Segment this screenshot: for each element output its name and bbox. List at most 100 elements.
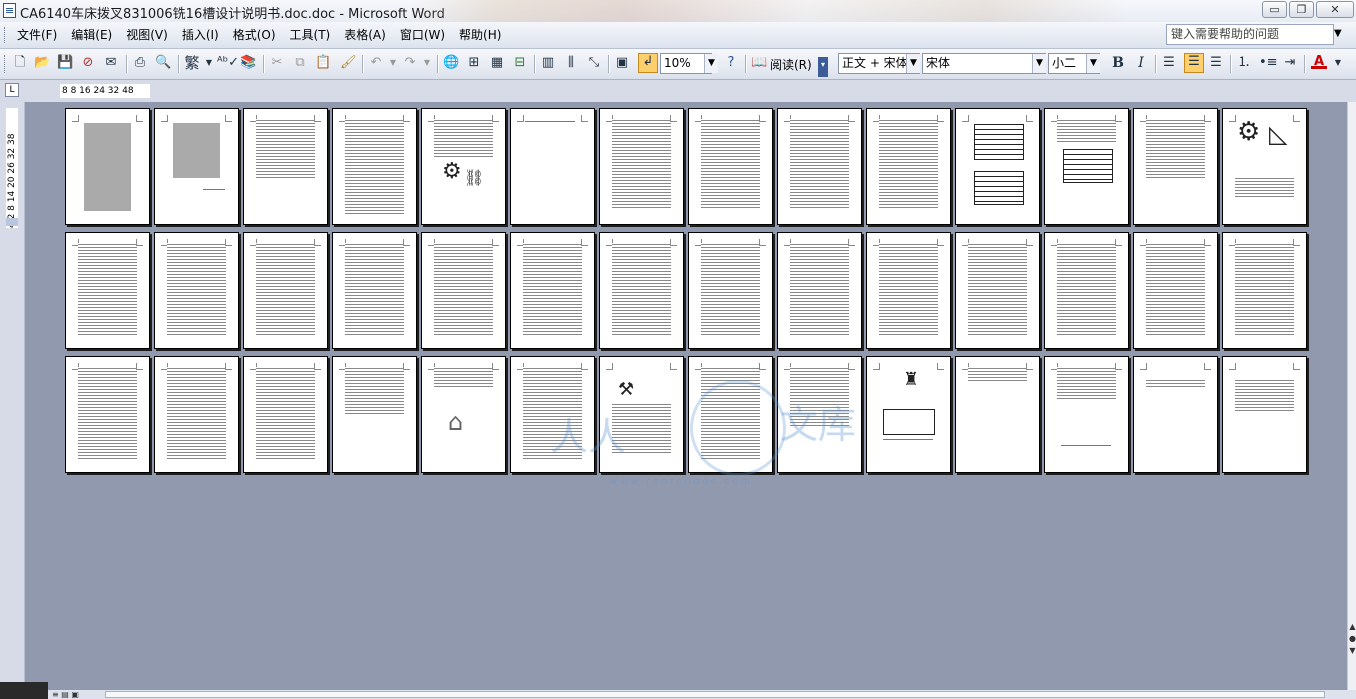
document-page[interactable]: ⚒ [599, 356, 684, 473]
menu-format[interactable]: 格式(O) [226, 27, 283, 43]
paste-icon[interactable]: 📋 [315, 55, 331, 71]
indent-icon[interactable]: ⇥ [1282, 55, 1298, 71]
document-page[interactable] [1222, 232, 1307, 349]
document-page[interactable] [1044, 108, 1129, 225]
align-left-icon[interactable]: ☰ [1161, 55, 1177, 71]
menu-help[interactable]: 帮助(H) [452, 27, 508, 43]
document-page[interactable] [777, 356, 862, 473]
document-page[interactable] [1044, 356, 1129, 473]
document-page[interactable] [332, 232, 417, 349]
traditional-chinese-button[interactable]: 繁 [184, 55, 200, 71]
document-page[interactable] [599, 232, 684, 349]
font-color-dropdown-icon[interactable]: ▼ [1330, 55, 1346, 71]
show-hide-icon[interactable]: ▣ [614, 55, 630, 71]
open-folder-icon[interactable]: 📂 [34, 55, 50, 71]
vertical-ruler-marker[interactable] [6, 218, 18, 226]
style-dropdown-icon[interactable]: ▼ [906, 54, 920, 73]
document-page[interactable] [154, 108, 239, 225]
menu-edit[interactable]: 编辑(E) [64, 27, 119, 43]
document-page[interactable] [510, 232, 595, 349]
document-page[interactable] [688, 356, 773, 473]
cut-icon[interactable]: ✂ [269, 55, 285, 71]
ruler-scale[interactable]: 8 8 16 24 32 48 [60, 84, 150, 98]
document-page[interactable] [1222, 356, 1307, 473]
spelling-icon[interactable]: ᴬᵇ✓ [217, 55, 239, 71]
help-search-input[interactable]: 键入需要帮助的问题 [1166, 24, 1334, 45]
document-page[interactable] [243, 232, 328, 349]
document-page[interactable] [1133, 356, 1218, 473]
insert-excel-icon[interactable]: ⊟ [512, 55, 528, 71]
document-page[interactable]: ♜ [866, 356, 951, 473]
numbering-icon[interactable]: ⒈ [1236, 55, 1252, 71]
document-page[interactable] [65, 232, 150, 349]
close-button[interactable]: ✕ [1316, 1, 1354, 18]
bold-button[interactable]: B [1110, 55, 1126, 71]
view-buttons[interactable]: ≡ ▤ ▣ [52, 690, 79, 699]
new-document-icon[interactable]: 🗋 [12, 55, 28, 71]
permission-icon[interactable]: ⊘ [80, 55, 96, 71]
insert-table-icon[interactable]: ▦ [489, 55, 505, 71]
toolbar-grip[interactable] [4, 55, 8, 73]
drawing-icon[interactable]: ⫼ [563, 55, 579, 71]
format-painter-icon[interactable]: 🖌 [340, 55, 357, 71]
document-page[interactable] [332, 356, 417, 473]
document-page[interactable] [65, 108, 150, 225]
document-page[interactable] [421, 232, 506, 349]
print-preview-icon[interactable]: 🔍 [155, 55, 171, 71]
next-page-icon[interactable]: ▼ [1348, 646, 1356, 656]
read-icon[interactable]: 📖 [751, 55, 767, 71]
font-size-dropdown-icon[interactable]: ▼ [1086, 54, 1100, 73]
hyperlink-icon[interactable]: 🌐 [443, 55, 459, 71]
restore-button[interactable]: ❐ [1289, 1, 1314, 18]
zoom-dropdown-icon[interactable]: ▼ [704, 54, 718, 73]
help-dropdown-icon[interactable]: ▼ [1334, 28, 1342, 39]
document-page[interactable] [1133, 108, 1218, 225]
document-page[interactable] [599, 108, 684, 225]
align-right-icon[interactable]: ☰ [1208, 55, 1224, 71]
menu-table[interactable]: 表格(A) [337, 27, 393, 43]
toolbar-options-icon[interactable]: ▾ [818, 57, 828, 77]
document-page[interactable] [866, 232, 951, 349]
vertical-scrollbar[interactable]: ▲ ● ▼ [1347, 102, 1356, 690]
document-page[interactable] [510, 108, 595, 225]
document-page[interactable] [510, 356, 595, 473]
redo-dropdown-icon[interactable]: ▼ [419, 55, 435, 71]
document-canvas[interactable]: ⚙ ⛓ ⚙ ◺ ⌂ ⚒ ♜ 人人 文库 www.renrendoc.com [25, 102, 1347, 690]
document-page[interactable] [243, 108, 328, 225]
paragraph-mark-icon[interactable]: ↲ [638, 53, 658, 73]
document-page[interactable] [955, 108, 1040, 225]
minimize-button[interactable]: ▭ [1262, 1, 1287, 18]
previous-page-icon[interactable]: ▲ [1348, 622, 1356, 632]
read-button[interactable]: 阅读(R) [770, 56, 812, 73]
undo-dropdown-icon[interactable]: ▼ [385, 55, 401, 71]
document-page[interactable] [688, 232, 773, 349]
menu-insert[interactable]: 插入(I) [175, 27, 226, 43]
document-page[interactable] [955, 232, 1040, 349]
redo-icon[interactable]: ↷ [402, 55, 418, 71]
document-page[interactable] [1133, 232, 1218, 349]
document-page[interactable] [955, 356, 1040, 473]
italic-button[interactable]: I [1133, 55, 1149, 71]
document-page[interactable] [1044, 232, 1129, 349]
tab-selector[interactable]: L [5, 83, 19, 97]
document-map-icon[interactable]: ⤡ [586, 55, 602, 71]
font-color-button[interactable]: A [1311, 55, 1327, 69]
document-page[interactable]: ⚙ ◺ [1222, 108, 1307, 225]
columns-icon[interactable]: ▥ [540, 55, 556, 71]
document-page[interactable] [65, 356, 150, 473]
document-page[interactable] [154, 232, 239, 349]
save-icon[interactable]: 💾 [57, 55, 73, 71]
document-page[interactable] [777, 232, 862, 349]
document-page[interactable] [688, 108, 773, 225]
document-page[interactable] [866, 108, 951, 225]
menu-grip[interactable] [4, 27, 8, 43]
horizontal-scrollbar-thumb[interactable] [105, 691, 1325, 698]
undo-icon[interactable]: ↶ [368, 55, 384, 71]
help-icon[interactable]: ? [723, 55, 739, 71]
menu-file[interactable]: 文件(F) [10, 27, 64, 43]
select-browse-object-icon[interactable]: ● [1348, 634, 1356, 644]
tables-borders-icon[interactable]: ⊞ [466, 55, 482, 71]
menu-tools[interactable]: 工具(T) [283, 27, 338, 43]
document-page[interactable] [243, 356, 328, 473]
document-page[interactable]: ⌂ [421, 356, 506, 473]
